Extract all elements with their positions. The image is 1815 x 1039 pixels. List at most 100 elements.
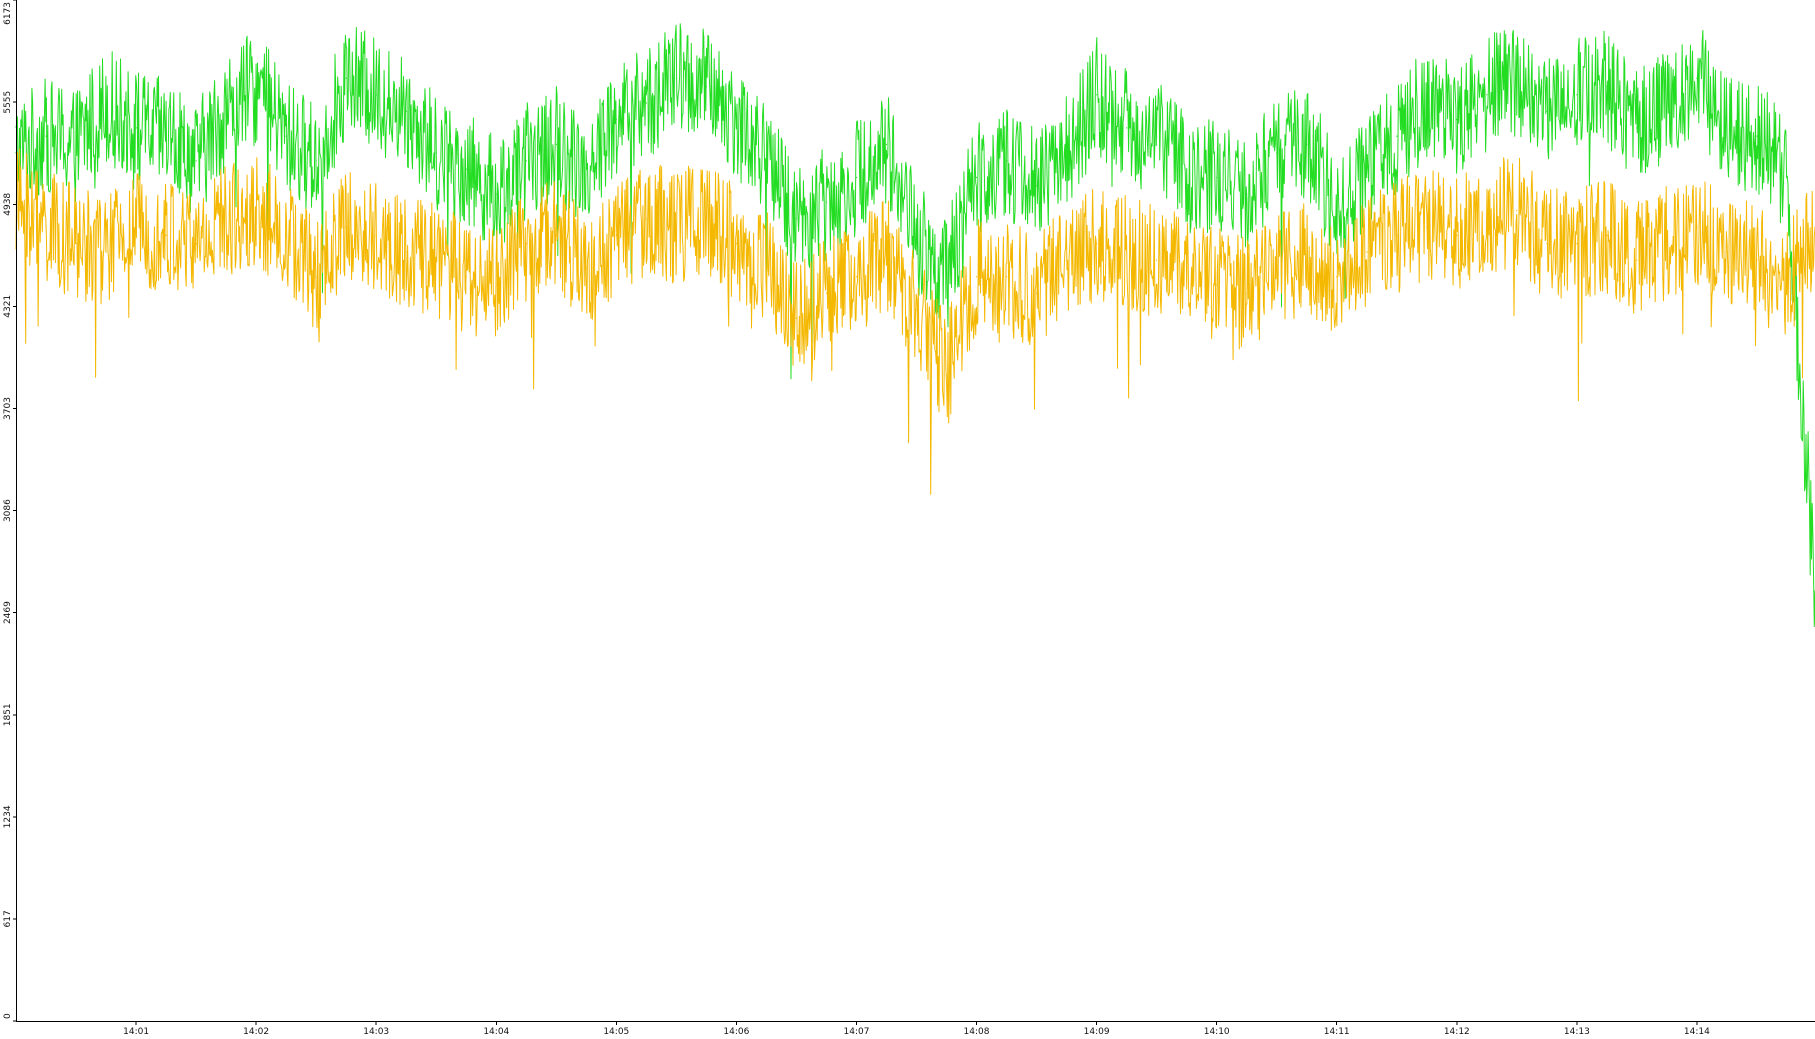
x-tick-label: 14:01 — [123, 1027, 149, 1037]
series-2-point — [1006, 276, 1008, 278]
series-2-point — [795, 317, 798, 319]
y-tick-label: 3086 — [3, 499, 13, 522]
series-2-point — [315, 276, 317, 278]
series-2-point — [75, 243, 77, 245]
series-1-point — [195, 160, 197, 162]
series-2-point — [405, 251, 407, 253]
series-2-point — [45, 226, 47, 228]
series-2-point — [1666, 243, 1668, 245]
series-2-point — [855, 276, 858, 278]
x-tick-label: 14:08 — [964, 1027, 990, 1037]
series-2-point — [495, 284, 497, 286]
series-1-point — [135, 127, 137, 129]
series-1-point — [1036, 185, 1038, 187]
series-1-point — [1486, 94, 1488, 96]
y-tick-label: 1851 — [3, 703, 13, 726]
series-1-point — [975, 176, 978, 179]
series-1-point — [375, 94, 377, 96]
series-2-point — [1636, 259, 1638, 261]
series-2-point — [705, 218, 708, 220]
series-2-point — [645, 218, 648, 220]
series-2-point — [1786, 284, 1788, 286]
x-tick-label: 14:07 — [844, 1027, 870, 1037]
series-2-point — [1246, 292, 1248, 294]
series-2-point — [825, 292, 828, 294]
series-2-point — [585, 267, 587, 269]
series-1-point — [1516, 77, 1518, 79]
series-2-point — [1036, 292, 1038, 294]
series-1-point — [1066, 152, 1068, 154]
x-tick-label: 14:02 — [243, 1027, 269, 1037]
series-2 — [15, 148, 1815, 495]
series-1-point — [1726, 127, 1728, 129]
series-1-point — [705, 85, 708, 88]
series-1-point — [105, 102, 107, 104]
series-1-point — [1576, 94, 1578, 96]
x-tick-label: 14:14 — [1684, 1027, 1710, 1037]
series-2-point — [1486, 218, 1488, 220]
series-1-point — [1006, 160, 1008, 162]
series-1-point — [1276, 152, 1278, 154]
series-1-point — [645, 102, 648, 104]
series-2-point — [1186, 267, 1188, 269]
series-2-point — [1606, 234, 1608, 236]
series-1-point — [1636, 127, 1638, 129]
series-1-point — [1396, 135, 1398, 137]
y-tick-label: 0 — [3, 1013, 13, 1019]
y-tick-label: 5555 — [3, 91, 13, 114]
series-1-point — [255, 85, 257, 88]
series-1-point — [465, 168, 467, 170]
series-2-point — [1456, 234, 1458, 236]
series-1-point — [45, 135, 47, 137]
series-2-point — [615, 234, 617, 236]
series-2-point — [915, 309, 918, 311]
series-1-point — [1126, 127, 1128, 129]
series-2-line — [15, 148, 1815, 495]
series-1-point — [1786, 176, 1788, 179]
series-1-point — [165, 135, 167, 137]
series-1-point — [1546, 110, 1548, 112]
series-2-point — [165, 234, 167, 236]
series-1-point — [525, 160, 527, 162]
series-1-point — [885, 143, 888, 145]
y-tick-label: 2469 — [3, 601, 13, 624]
series-2-point — [345, 226, 347, 228]
series-2-point — [945, 375, 948, 377]
series-1-point — [1216, 176, 1218, 179]
series-1-point — [225, 110, 227, 112]
series-1-point — [1696, 77, 1698, 79]
series-2-point — [765, 267, 768, 269]
y-tick-label: 4938 — [3, 193, 13, 216]
series-2-point — [1216, 284, 1218, 286]
series-2-point — [375, 234, 377, 236]
series-1-point — [315, 160, 317, 162]
series-1-point — [345, 77, 347, 79]
series-2-point — [285, 234, 287, 236]
series-2-point — [435, 259, 437, 261]
axis-layer: 0 617 1234 1851 2469 3086 3703 4321 4938 5555 6173… — [3, 0, 1815, 1037]
series-2-point — [675, 226, 678, 228]
series-1-point — [1156, 135, 1158, 137]
series-2-point — [885, 251, 888, 253]
x-tick-label: 14:11 — [1324, 1027, 1350, 1037]
series-1-point — [915, 234, 918, 236]
series-2-point — [1726, 251, 1728, 253]
series-1-point — [855, 176, 858, 179]
series-2-point — [1336, 276, 1338, 278]
series-1-point — [1456, 119, 1458, 121]
series-1-point — [675, 77, 678, 79]
series-2-point — [255, 210, 257, 212]
x-tick-label: 14:04 — [483, 1027, 509, 1037]
series-1-point — [75, 143, 77, 145]
y-tick-label: 6173 — [3, 2, 13, 25]
series-1-point — [405, 110, 407, 112]
series-1-point — [1366, 176, 1368, 179]
y-tick-label: 4321 — [3, 295, 13, 318]
series-1-point — [615, 119, 617, 121]
series-1-point — [495, 193, 497, 195]
series-1-point — [1336, 201, 1338, 203]
series-1-point — [1096, 94, 1098, 96]
series-2-point — [975, 276, 978, 278]
series-1-point — [735, 119, 738, 121]
x-tick-label: 14:10 — [1204, 1027, 1230, 1037]
